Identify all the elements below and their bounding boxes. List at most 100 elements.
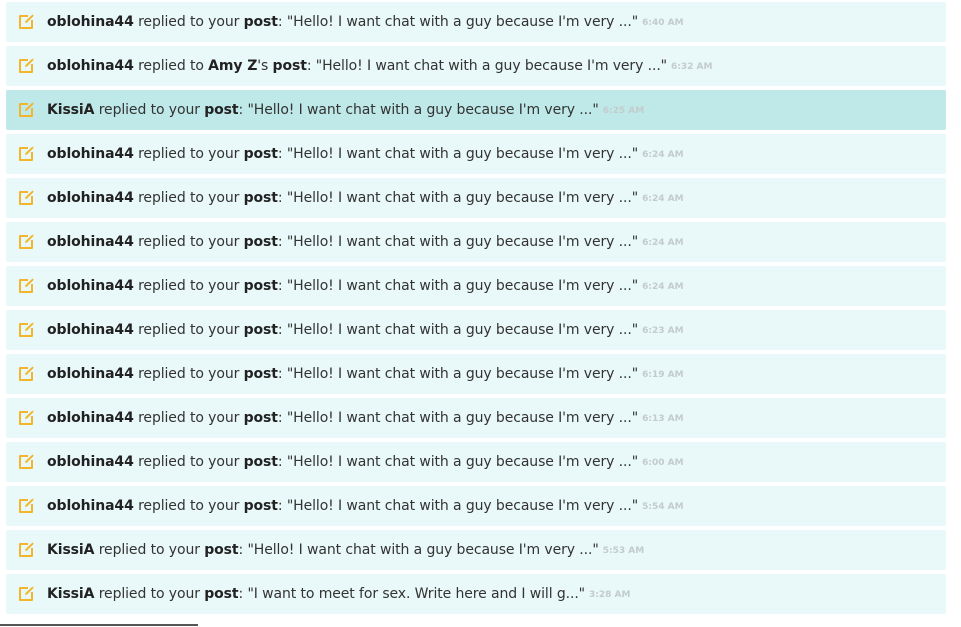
notification-user[interactable]: oblohina44 bbox=[47, 410, 134, 426]
notification-time: 6:19 AM bbox=[642, 370, 684, 380]
notification-user[interactable]: oblohina44 bbox=[47, 454, 134, 470]
notification-row[interactable]: oblohina44 replied to your post: "Hello!… bbox=[6, 398, 946, 438]
bottom-divider bbox=[0, 624, 198, 626]
post-owner[interactable]: Amy Z bbox=[208, 58, 257, 74]
notification-object[interactable]: post bbox=[244, 322, 278, 338]
notification-object[interactable]: post bbox=[244, 454, 278, 470]
edit-icon bbox=[19, 454, 34, 469]
notification-user[interactable]: KissiA bbox=[47, 102, 94, 118]
notification-row[interactable]: oblohina44 replied to your post: "Hello!… bbox=[6, 310, 946, 350]
notification-object[interactable]: post bbox=[244, 278, 278, 294]
notification-user[interactable]: KissiA bbox=[47, 586, 94, 602]
edit-icon bbox=[19, 234, 34, 249]
notification-row[interactable]: oblohina44 replied to your post: "Hello!… bbox=[6, 222, 946, 262]
notification-text: oblohina44 replied to your post: "Hello!… bbox=[47, 234, 638, 250]
notification-object[interactable]: post bbox=[244, 498, 278, 514]
notification-time: 3:28 AM bbox=[589, 590, 631, 600]
notification-quote: : "Hello! I want chat with a guy because… bbox=[277, 278, 639, 294]
edit-icon bbox=[19, 542, 34, 557]
notification-row[interactable]: KissiA replied to your post: "Hello! I w… bbox=[6, 530, 946, 570]
notification-action: replied to your bbox=[94, 102, 205, 118]
notification-time: 5:54 AM bbox=[642, 502, 684, 512]
edit-icon bbox=[19, 410, 34, 425]
notification-text: oblohina44 replied to your post: "Hello!… bbox=[47, 146, 638, 162]
notification-action: replied to your bbox=[133, 146, 244, 162]
notification-user[interactable]: KissiA bbox=[47, 542, 94, 558]
notification-time: 6:00 AM bbox=[642, 458, 684, 468]
notification-quote: : "Hello! I want chat with a guy because… bbox=[277, 410, 639, 426]
notification-time: 6:40 AM bbox=[642, 18, 684, 28]
notification-user[interactable]: oblohina44 bbox=[47, 234, 134, 250]
notification-user[interactable]: oblohina44 bbox=[47, 366, 134, 382]
notification-time: 6:25 AM bbox=[602, 106, 645, 116]
notification-user[interactable]: oblohina44 bbox=[47, 322, 134, 338]
notification-row[interactable]: KissiA replied to your post: "I want to … bbox=[6, 574, 946, 614]
notification-row[interactable]: KissiA replied to your post: "Hello! I w… bbox=[6, 90, 946, 130]
notification-row[interactable]: oblohina44 replied to your post: "Hello!… bbox=[6, 266, 946, 306]
notification-time: 6:13 AM bbox=[642, 414, 684, 424]
notification-object[interactable]: post bbox=[244, 366, 278, 382]
notification-action: replied to your bbox=[133, 14, 244, 30]
notification-action: replied to bbox=[133, 58, 209, 74]
notification-quote: : "Hello! I want chat with a guy because… bbox=[238, 102, 599, 118]
post-owner-suffix: 's bbox=[257, 58, 273, 74]
notification-action: replied to your bbox=[94, 542, 205, 558]
notification-text: oblohina44 replied to your post: "Hello!… bbox=[47, 410, 638, 426]
notification-row[interactable]: oblohina44 replied to Amy Z's post: "Hel… bbox=[6, 46, 946, 86]
notification-quote: : "I want to meet for sex. Write here an… bbox=[238, 586, 586, 602]
edit-icon bbox=[19, 14, 34, 29]
notification-time: 5:53 AM bbox=[602, 546, 645, 556]
notification-action: replied to your bbox=[133, 234, 244, 250]
edit-icon bbox=[19, 366, 34, 381]
notification-time: 6:24 AM bbox=[642, 238, 684, 248]
notification-action: replied to your bbox=[133, 322, 244, 338]
notification-object[interactable]: post bbox=[244, 14, 278, 30]
notification-list: oblohina44 replied to your post: "Hello!… bbox=[6, 2, 946, 618]
notification-row[interactable]: oblohina44 replied to your post: "Hello!… bbox=[6, 178, 946, 218]
notification-user[interactable]: oblohina44 bbox=[47, 146, 134, 162]
notification-action: replied to your bbox=[133, 498, 244, 514]
notification-user[interactable]: oblohina44 bbox=[47, 498, 134, 514]
notification-text: oblohina44 replied to your post: "Hello!… bbox=[47, 278, 638, 294]
notification-object[interactable]: post bbox=[204, 586, 238, 602]
edit-icon bbox=[19, 58, 34, 73]
edit-icon bbox=[19, 278, 34, 293]
notification-object[interactable]: post bbox=[244, 146, 278, 162]
notification-quote: : "Hello! I want chat with a guy because… bbox=[277, 454, 639, 470]
notification-row[interactable]: oblohina44 replied to your post: "Hello!… bbox=[6, 354, 946, 394]
edit-icon bbox=[19, 586, 34, 601]
notification-action: replied to your bbox=[133, 366, 244, 382]
notification-quote: : "Hello! I want chat with a guy because… bbox=[277, 190, 639, 206]
notification-user[interactable]: oblohina44 bbox=[47, 14, 134, 30]
notification-row[interactable]: oblohina44 replied to your post: "Hello!… bbox=[6, 2, 946, 42]
notification-quote: : "Hello! I want chat with a guy because… bbox=[277, 14, 639, 30]
notification-row[interactable]: oblohina44 replied to your post: "Hello!… bbox=[6, 486, 946, 526]
notification-object[interactable]: post bbox=[244, 234, 278, 250]
notification-time: 6:32 AM bbox=[671, 62, 713, 72]
notification-quote: : "Hello! I want chat with a guy because… bbox=[306, 58, 668, 74]
notification-time: 6:23 AM bbox=[642, 326, 684, 336]
edit-icon bbox=[19, 322, 34, 337]
notification-quote: : "Hello! I want chat with a guy because… bbox=[277, 234, 639, 250]
notification-action: replied to your bbox=[133, 410, 244, 426]
notification-time: 6:24 AM bbox=[642, 282, 684, 292]
notification-user[interactable]: oblohina44 bbox=[47, 190, 134, 206]
notification-object[interactable]: post bbox=[244, 410, 278, 426]
notification-time: 6:24 AM bbox=[642, 150, 684, 160]
notification-action: replied to your bbox=[133, 278, 244, 294]
notification-text: oblohina44 replied to your post: "Hello!… bbox=[47, 498, 638, 514]
notification-object[interactable]: post bbox=[204, 542, 238, 558]
notification-text: oblohina44 replied to Amy Z's post: "Hel… bbox=[47, 58, 667, 74]
notification-row[interactable]: oblohina44 replied to your post: "Hello!… bbox=[6, 134, 946, 174]
notification-row[interactable]: oblohina44 replied to your post: "Hello!… bbox=[6, 442, 946, 482]
notification-text: KissiA replied to your post: "Hello! I w… bbox=[47, 102, 599, 118]
notification-time: 6:24 AM bbox=[642, 194, 684, 204]
notification-quote: : "Hello! I want chat with a guy because… bbox=[277, 146, 639, 162]
edit-icon bbox=[19, 190, 34, 205]
notification-user[interactable]: oblohina44 bbox=[47, 278, 134, 294]
notification-object[interactable]: post bbox=[244, 190, 278, 206]
notification-object[interactable]: post bbox=[273, 58, 307, 74]
notification-user[interactable]: oblohina44 bbox=[47, 58, 134, 74]
notification-object[interactable]: post bbox=[204, 102, 238, 118]
notification-text: oblohina44 replied to your post: "Hello!… bbox=[47, 190, 638, 206]
